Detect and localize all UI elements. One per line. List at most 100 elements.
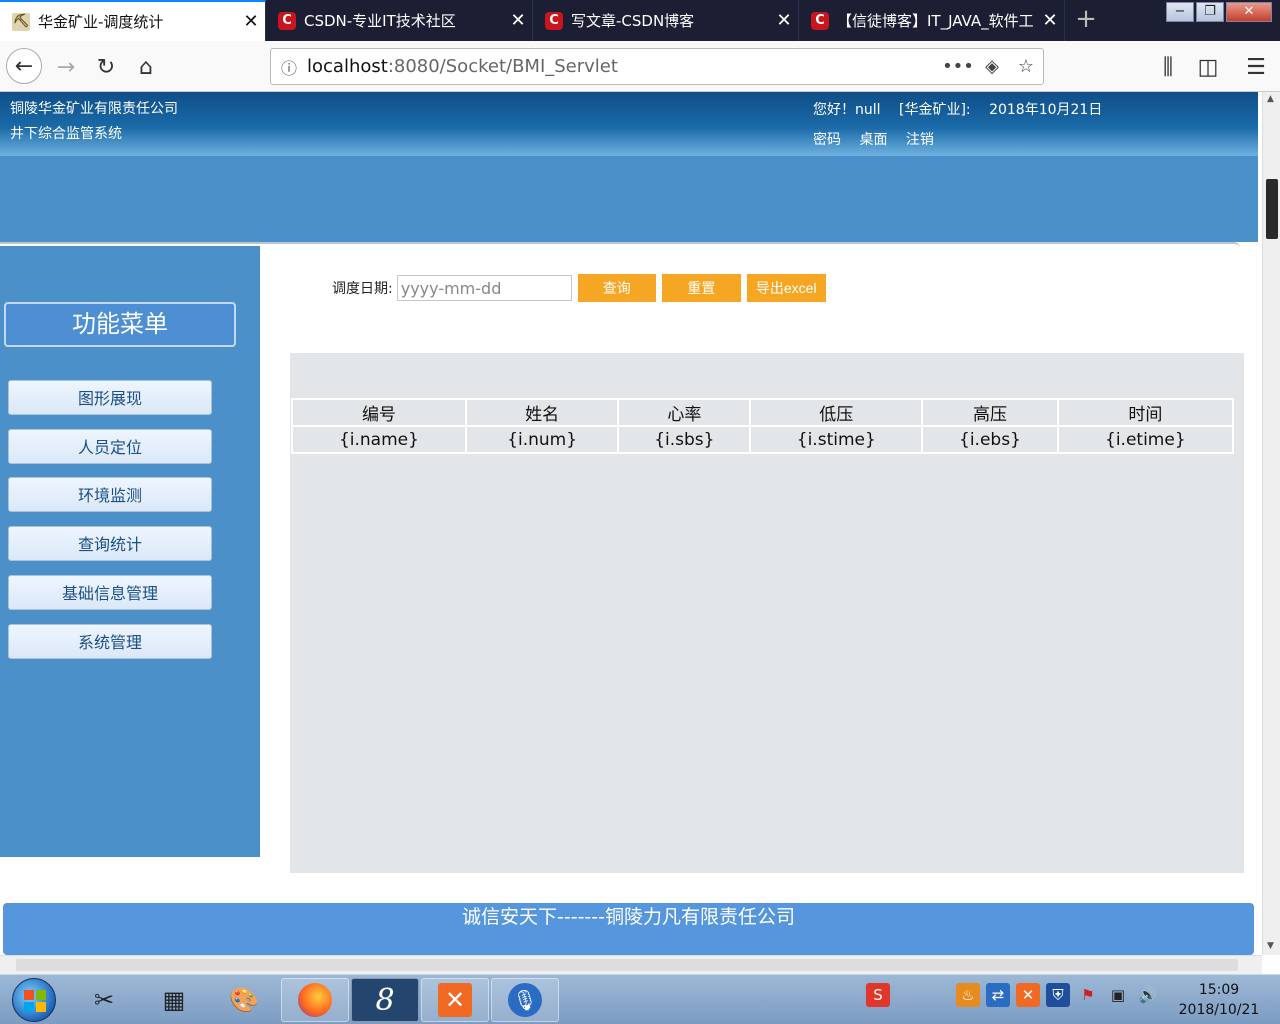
table-cell: {i.etime} — [1056, 425, 1235, 454]
scroll-thumb[interactable] — [1266, 179, 1278, 239]
tab-csdn-write[interactable]: C 写文章-CSDN博客 ✕ — [533, 0, 799, 41]
paint-icon[interactable]: 🎨 — [210, 978, 278, 1022]
teamviewer-icon[interactable]: ⇄ — [986, 983, 1010, 1007]
flag-icon[interactable]: ⚑ — [1076, 983, 1100, 1007]
navigation-bar: ← → ↻ ⌂ ⓘ localhost:8080/Socket/BMI_Serv… — [0, 41, 1280, 92]
csdn-icon: C — [545, 11, 563, 30]
start-button[interactable] — [12, 978, 56, 1022]
mine-icon: ⛏ — [12, 12, 30, 31]
maximize-button[interactable]: ❐ — [1196, 2, 1224, 22]
current-date: 2018年10月21日 — [989, 102, 1103, 118]
org-label: [华金矿业]: — [898, 102, 971, 118]
system-name: 井下综合监管系统 — [10, 126, 122, 142]
csdn-icon: C — [278, 11, 296, 30]
reload-icon[interactable]: ↻ — [90, 51, 122, 83]
company-info: 铜陵华金矿业有限责任公司 井下综合监管系统 — [10, 97, 178, 147]
banner — [0, 156, 1258, 242]
tab-title: 写文章-CSDN博客 — [571, 12, 695, 30]
sidebar-toggle-icon[interactable]: ◫ — [1192, 51, 1224, 83]
url-path: :8080/Socket/BMI_Servlet — [387, 56, 618, 77]
close-icon[interactable]: ✕ — [770, 10, 798, 31]
new-tab-icon[interactable]: + — [1070, 4, 1102, 36]
greeting: 您好！null — [813, 102, 881, 118]
xmind-tray-icon[interactable]: ✕ — [1016, 983, 1040, 1007]
reset-button[interactable]: 重置 — [661, 274, 741, 302]
close-icon[interactable]: ✕ — [237, 11, 265, 32]
eclipse-icon[interactable]: 8 — [351, 978, 419, 1022]
home-icon[interactable]: ⌂ — [130, 51, 162, 83]
clock-date: 2018/10/21 — [1178, 1002, 1260, 1018]
menu-item-basic-info[interactable]: 基础信息管理 — [8, 575, 212, 610]
scroll-down-icon[interactable]: ▼ — [1267, 941, 1274, 951]
calculator-icon[interactable]: ▦ — [140, 978, 208, 1022]
java-icon[interactable]: ♨ — [956, 983, 980, 1007]
close-icon[interactable]: ✕ — [1036, 10, 1064, 31]
forward-icon[interactable]: → — [50, 51, 82, 83]
table-header-row: 编号 姓名 心率 低压 高压 时间 — [291, 398, 1235, 427]
column-header: 时间 — [1056, 398, 1235, 427]
search-form: 调度日期: 查询 重置 导出excel — [332, 274, 826, 302]
menu-item-graphics[interactable]: 图形展现 — [8, 380, 212, 415]
password-link[interactable]: 密码 — [813, 132, 841, 148]
clock-time: 15:09 — [1198, 982, 1240, 998]
xmind-icon[interactable]: ✕ — [421, 978, 489, 1022]
tab-title: CSDN-专业IT技术社区 — [304, 12, 456, 30]
menu-item-query-stats[interactable]: 查询统计 — [8, 526, 212, 561]
column-header: 高压 — [921, 398, 1059, 427]
tab-blog[interactable]: C 【信徒博客】IT_JAVA_软件工 ✕ — [799, 0, 1065, 41]
menu-icon[interactable]: ☰ — [1240, 51, 1272, 83]
scroll-up-icon[interactable]: ▲ — [1267, 94, 1274, 104]
network-icon[interactable]: ▣ — [1106, 983, 1130, 1007]
sogou-icon[interactable]: S — [866, 983, 890, 1007]
back-icon[interactable]: ← — [6, 48, 42, 84]
security-shield-icon[interactable]: ⛨ — [1046, 983, 1070, 1007]
scroll-thumb[interactable] — [16, 959, 1238, 971]
volume-icon[interactable]: 🔊 — [1136, 983, 1160, 1007]
csdn-icon: C — [811, 11, 829, 30]
tab-title: 华金矿业-调度统计 — [38, 13, 164, 31]
table-cell: {i.name} — [291, 425, 467, 454]
menu-item-system[interactable]: 系统管理 — [8, 624, 212, 659]
url-text[interactable]: localhost:8080/Socket/BMI_Servlet — [307, 56, 941, 77]
page-header: 铜陵华金矿业有限责任公司 井下综合监管系统 您好！null [华金矿业]: 20… — [0, 92, 1258, 156]
sidebar: 功能菜单 图形展现 人员定位 环境监测 查询统计 基础信息管理 系统管理 — [0, 246, 260, 857]
user-links: 密码 桌面 注销 — [813, 129, 948, 149]
recorder-icon[interactable]: 🎙 — [491, 978, 559, 1022]
column-header: 姓名 — [464, 398, 620, 427]
tab-active[interactable]: ⛏ 华金矿业-调度统计 ✕ — [0, 0, 266, 41]
user-info: 您好！null [华金矿业]: 2018年10月21日 — [813, 99, 1116, 119]
pocket-icon[interactable]: ◈ — [975, 56, 1009, 77]
table-cell: {i.num} — [464, 425, 620, 454]
bookmark-star-icon[interactable]: ☆ — [1009, 56, 1043, 77]
minimize-button[interactable]: − — [1166, 2, 1194, 22]
date-label: 调度日期: — [332, 281, 393, 297]
firefox-icon[interactable] — [281, 978, 349, 1022]
info-icon[interactable]: ⓘ — [271, 55, 307, 79]
more-icon[interactable]: ••• — [941, 56, 975, 77]
menu-item-personnel-location[interactable]: 人员定位 — [8, 429, 212, 464]
date-input[interactable] — [396, 275, 572, 301]
export-excel-button[interactable]: 导出excel — [746, 274, 826, 302]
table-cell: {i.sbs} — [617, 425, 752, 454]
menu-title: 功能菜单 — [4, 302, 236, 347]
url-bar[interactable]: ⓘ localhost:8080/Socket/BMI_Servlet ••• … — [270, 48, 1044, 85]
tab-title: 【信徒博客】IT_JAVA_软件工 — [837, 12, 1034, 30]
close-icon[interactable]: ✕ — [504, 10, 532, 31]
logout-link[interactable]: 注销 — [906, 132, 934, 148]
column-header: 编号 — [291, 398, 467, 427]
horizontal-scrollbar[interactable] — [0, 955, 1262, 974]
query-button[interactable]: 查询 — [577, 274, 656, 302]
clock[interactable]: 15:09 2018/10/21 — [1176, 980, 1262, 1020]
desktop-link[interactable]: 桌面 — [859, 132, 887, 148]
url-host: localhost — [307, 56, 388, 77]
table-row: {i.name} {i.num} {i.sbs} {i.stime} {i.eb… — [291, 425, 1235, 454]
tab-csdn[interactable]: C CSDN-专业IT技术社区 ✕ — [266, 0, 533, 41]
taskbar: ✂ ▦ 🎨 8 ✕ 🎙 S ♨ ⇄ ✕ ⛨ ⚑ ▣ 🔊 15:09 2018/1… — [0, 974, 1280, 1024]
snipping-tool-icon[interactable]: ✂ — [70, 978, 138, 1022]
library-icon[interactable]: ⫼ — [1152, 51, 1184, 83]
vertical-scrollbar[interactable]: ▲ ▼ — [1262, 92, 1280, 955]
data-table: 编号 姓名 心率 低压 高压 时间 {i.name} {i.num} {i.sb… — [291, 398, 1235, 454]
close-window-button[interactable]: ✕ — [1226, 2, 1272, 22]
menu-item-environment[interactable]: 环境监测 — [8, 477, 212, 512]
windows-logo-icon — [24, 990, 46, 1012]
